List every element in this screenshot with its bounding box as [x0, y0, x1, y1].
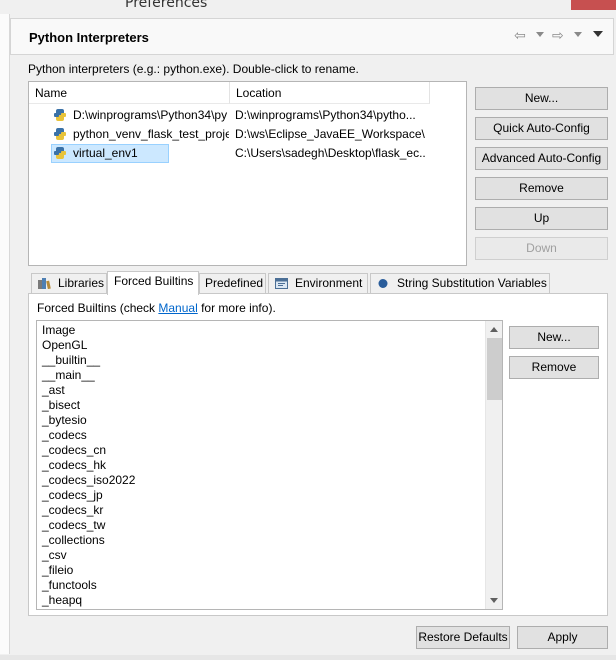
- tab-environment[interactable]: Environment: [268, 273, 368, 293]
- forced-builtins-list[interactable]: Image OpenGL __builtin__ __main__ _ast _…: [36, 320, 503, 610]
- list-item[interactable]: _bisect: [42, 398, 80, 413]
- preferences-tree-edge: [0, 14, 10, 654]
- list-item[interactable]: Image: [42, 323, 75, 338]
- window-title: Preferences: [125, 0, 208, 11]
- vertical-scrollbar[interactable]: [485, 321, 502, 609]
- environment-icon: [275, 278, 288, 289]
- scroll-down-arrow-icon[interactable]: [490, 598, 498, 603]
- forced-builtins-info: Forced Builtins (check Manual for more i…: [37, 301, 276, 315]
- remove-interpreter-button[interactable]: Remove: [475, 177, 608, 200]
- new-interpreter-button[interactable]: New...: [475, 87, 608, 110]
- list-item[interactable]: __builtin__: [42, 353, 100, 368]
- tab-libraries[interactable]: Libraries: [31, 273, 107, 293]
- move-up-button[interactable]: Up: [475, 207, 608, 230]
- list-item[interactable]: OpenGL: [42, 338, 87, 353]
- back-arrow-icon[interactable]: ⇦: [514, 29, 526, 43]
- python-icon: [54, 109, 66, 121]
- list-item[interactable]: _codecs: [42, 428, 87, 443]
- scroll-up-arrow-icon[interactable]: [490, 327, 498, 332]
- column-header-location[interactable]: Location: [230, 82, 430, 104]
- interpreter-name: virtual_env1: [73, 146, 138, 160]
- list-item[interactable]: _codecs_tw: [42, 518, 105, 533]
- tab-label: Environment: [295, 276, 363, 290]
- python-icon: [54, 128, 66, 140]
- quick-auto-config-button[interactable]: Quick Auto-Config: [475, 117, 608, 140]
- list-item[interactable]: _collections: [42, 533, 105, 548]
- page-title: Python Interpreters: [29, 30, 149, 45]
- tab-string-substitution[interactable]: String Substitution Variables: [370, 273, 550, 293]
- list-item[interactable]: _bytesio: [42, 413, 87, 428]
- restore-defaults-button[interactable]: Restore Defaults: [416, 626, 510, 649]
- tab-label: Libraries: [58, 276, 105, 290]
- interpreter-name: python_venv_flask_test_projec: [73, 127, 229, 141]
- list-item[interactable]: _codecs_jp: [42, 488, 103, 503]
- list-item[interactable]: _codecs_cn: [42, 443, 106, 458]
- interpreter-location: C:\Users\sadegh\Desktop\flask_ec...: [235, 146, 425, 160]
- window-titlebar: Preferences: [0, 0, 616, 14]
- remove-builtin-button[interactable]: Remove: [509, 356, 599, 379]
- window-bottom-edge: [0, 655, 616, 660]
- interpreter-name: D:\winprograms\Python34\py: [73, 108, 228, 122]
- forward-arrow-icon[interactable]: ⇨: [552, 29, 564, 43]
- tab-label: Predefined: [205, 276, 264, 290]
- apply-button[interactable]: Apply: [517, 626, 608, 649]
- view-menu-icon[interactable]: [593, 31, 603, 37]
- tab-label: Forced Builtins: [114, 274, 194, 288]
- books-icon: [38, 278, 51, 289]
- interpreters-table[interactable]: Name Location D:\winprograms\Python34\py…: [28, 81, 467, 266]
- list-item[interactable]: _codecs_kr: [42, 503, 103, 518]
- list-item[interactable]: _codecs_iso2022: [42, 473, 135, 488]
- column-header-name[interactable]: Name: [29, 82, 230, 104]
- list-item[interactable]: _heapq: [42, 593, 82, 608]
- interpreter-location: D:\winprograms\Python34\pytho...: [235, 108, 416, 122]
- info-prefix: Forced Builtins (check: [37, 301, 159, 315]
- info-suffix: for more info).: [197, 301, 276, 315]
- list-item[interactable]: __main__: [42, 368, 95, 383]
- interpreter-location: D:\ws\Eclipse_JavaEE_Workspace\f...: [235, 127, 425, 141]
- python-icon: [54, 147, 66, 159]
- new-builtin-button[interactable]: New...: [509, 326, 599, 349]
- forward-menu-chevron-icon[interactable]: [574, 32, 582, 37]
- list-item[interactable]: _fileio: [42, 563, 73, 578]
- interpreter-row-selected[interactable]: virtual_env1 C:\Users\sadegh\Desktop\fla…: [29, 144, 466, 163]
- list-item[interactable]: _ast: [42, 383, 65, 398]
- interpreter-row[interactable]: D:\winprograms\Python34\py D:\winprogram…: [29, 106, 466, 125]
- interpreters-hint: Python interpreters (e.g.: python.exe). …: [28, 62, 359, 76]
- tab-label: String Substitution Variables: [397, 276, 547, 290]
- window-close-button[interactable]: [571, 0, 616, 10]
- tab-predefined[interactable]: Predefined: [199, 273, 266, 293]
- scrollbar-thumb[interactable]: [487, 338, 502, 400]
- back-menu-chevron-icon[interactable]: [536, 32, 544, 37]
- list-item[interactable]: _csv: [42, 548, 67, 563]
- move-down-button[interactable]: Down: [475, 237, 608, 260]
- list-item[interactable]: _functools: [42, 578, 97, 593]
- interpreter-row[interactable]: python_venv_flask_test_projec D:\ws\Ecli…: [29, 125, 466, 144]
- list-item[interactable]: _codecs_hk: [42, 458, 106, 473]
- advanced-auto-config-button[interactable]: Advanced Auto-Config: [475, 147, 608, 170]
- page-header: Python Interpreters ⇦ ⇨: [10, 18, 614, 55]
- tab-forced-builtins[interactable]: Forced Builtins: [107, 271, 199, 295]
- blue-dot-icon: [378, 279, 388, 288]
- manual-link[interactable]: Manual: [158, 301, 197, 315]
